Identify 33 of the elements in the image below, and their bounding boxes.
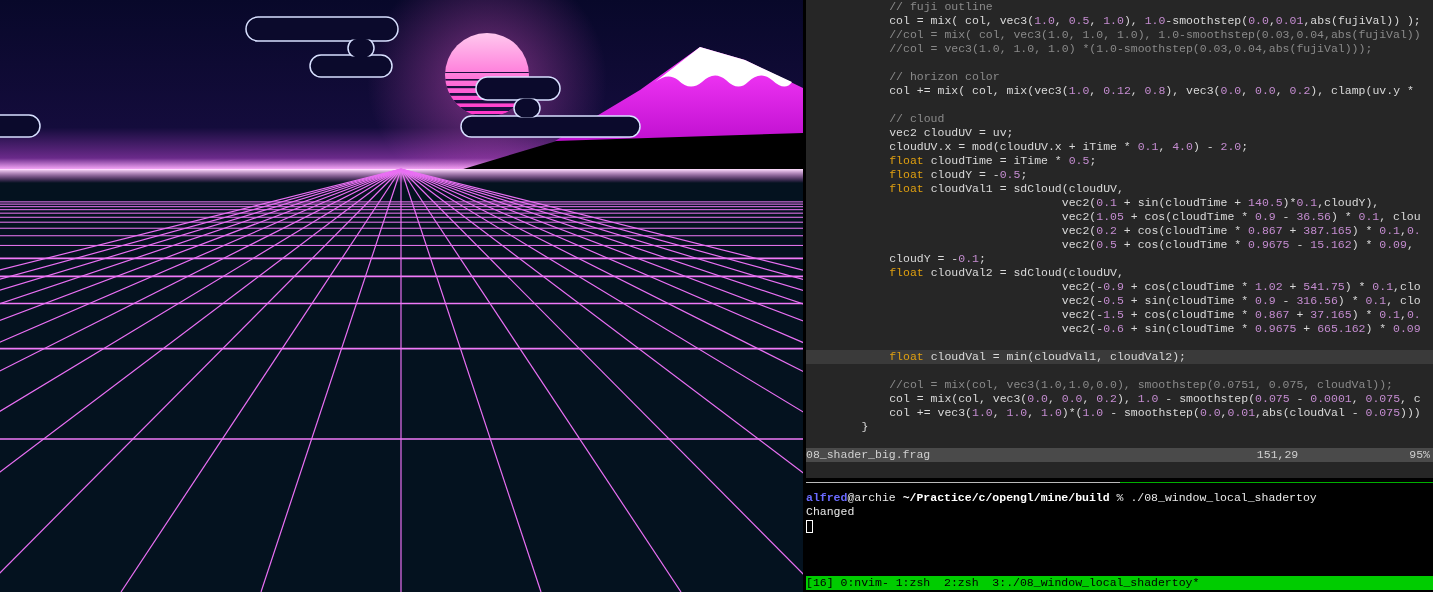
code-line: // cloud: [888, 112, 946, 126]
code-line: vec2(-0.6 + sin(cloudTime * 0.9675 + 665.162) * 0.09: [1060, 322, 1422, 336]
code-line: vec2(1.05 + cos(cloudTime * 0.9 - 36.56) * 0.1, clou: [1060, 210, 1422, 224]
code-line: float cloudVal2 = sdCloud(cloudUV,: [888, 266, 1125, 280]
code-line: // horizon color: [888, 70, 1001, 84]
prompt-line: alfred@archie ~/Practice/c/opengl/mine/build % ./08_window_local_shadertoy: [806, 491, 1317, 505]
code-line: //col = mix(col, vec3(1.0,1.0,0.0), smoothstep(0.0751, 0.075, cloudVal));: [888, 378, 1394, 392]
code-line: cloudY = -0.1;: [888, 252, 987, 266]
code-line: col += mix( col, mix(vec3(1.0, 0.12, 0.8), vec3(0.0, 0.0, 0.2), clamp(uv.y *: [888, 84, 1415, 98]
file-name: 08_shader_big.frag: [806, 448, 931, 462]
code-line: vec2(0.2 + cos(cloudTime * 0.867 + 387.165) * 0.1,0.: [1060, 224, 1422, 238]
code-line: //col = vec3(1.0, 1.0, 1.0) *(1.0-smoothstep(0.03,0.04,abs(fujiVal)));: [888, 42, 1374, 56]
code-line: float cloudY = -0.5;: [888, 168, 1029, 182]
output-text: Changed: [806, 505, 855, 519]
code-line: col += vec3(1.0, 1.0, 1.0)*(1.0 - smoothstep(0.0,0.01,abs(cloudVal - 0.075))): [888, 406, 1422, 420]
code-line: float cloudTime = iTime * 0.5;: [888, 154, 1098, 168]
scroll-percent: 95%: [1409, 448, 1430, 462]
code-line: //col = mix( col, vec3(1.0, 1.0, 1.0), 1.0-smoothstep(0.03,0.04,abs(fujiVal)): [888, 28, 1422, 42]
code-line: // fuji outline: [888, 0, 994, 14]
code-line: float cloudVal1 = sdCloud(cloudUV,: [888, 182, 1125, 196]
code-line: col = mix( col, vec3(1.0, 0.5, 1.0), 1.0-smoothstep(0.0,0.01,abs(fujiVal)) );: [888, 14, 1422, 28]
code-line: vec2(0.5 + cos(cloudTime * 0.9675 - 15.162) * 0.09,: [1060, 238, 1415, 252]
code-line: vec2(-0.5 + sin(cloudTime * 0.9 - 316.56) * 0.1, clo: [1060, 294, 1422, 308]
code-line: cloudUV.x = mod(cloudUV.x + iTime * 0.1, 4.0) - 2.0;: [888, 140, 1250, 154]
terminal-cursor: [806, 520, 813, 533]
tmux-status-bar: [16] 0:nvim- 1:zsh 2:zsh 3:./08_window_local_shadertoy*: [806, 576, 1433, 590]
code-line: vec2(0.1 + sin(cloudTime + 140.5)*0.1,cloudY),: [1060, 196, 1381, 210]
code-line: vec2 cloudUV = uv;: [888, 126, 1015, 140]
code-line: }: [860, 420, 870, 434]
code-line: vec2(-0.9 + cos(cloudTime * 1.02 + 541.75) * 0.1,clo: [1060, 280, 1422, 294]
code-line: col = mix(col, vec3(0.0, 0.0, 0.2), 1.0 - smoothstep(0.075 - 0.0001, 0.075, c: [888, 392, 1422, 406]
cursor-position: 151,29: [1256, 448, 1299, 462]
code-line: vec2(-1.5 + cos(cloudTime * 0.867 + 37.165) * 0.1,0.: [1060, 308, 1422, 322]
